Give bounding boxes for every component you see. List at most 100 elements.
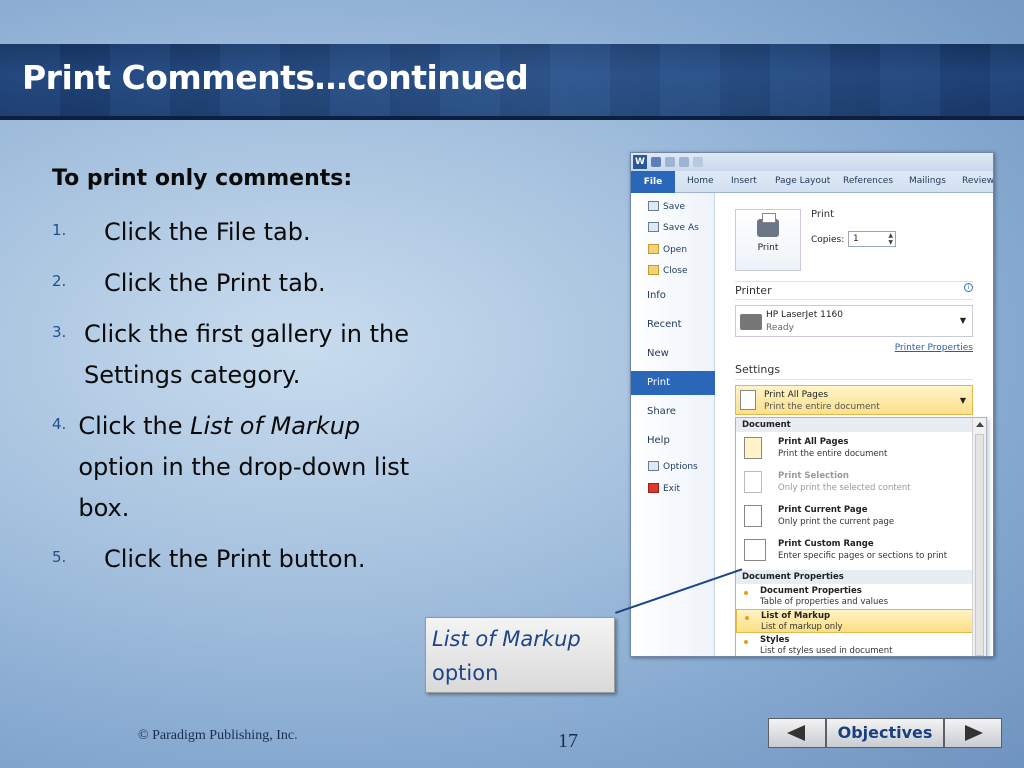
printer-status: Ready — [766, 323, 794, 333]
printer-properties-link[interactable]: Printer Properties — [895, 343, 973, 353]
tab-review[interactable]: Review — [962, 176, 993, 186]
tab-home[interactable]: Home — [687, 176, 714, 186]
item-desc: List of styles used in document — [760, 646, 893, 656]
settings-heading: Settings — [735, 363, 781, 376]
step-text: Click the first gallery in the Settings … — [84, 320, 410, 389]
gallery-selected-title: Print All Pages — [764, 390, 829, 400]
step-2: 2. Click the Print tab. — [52, 263, 422, 304]
sidebar-item-label: Save As — [663, 223, 699, 233]
sidebar-item-recent[interactable]: Recent — [631, 319, 715, 330]
item-desc: Table of properties and values — [760, 597, 888, 607]
previous-slide-button[interactable] — [768, 718, 826, 748]
info-icon[interactable]: i — [964, 283, 973, 292]
sidebar-item-help[interactable]: Help — [631, 435, 715, 446]
sidebar-item-save-as[interactable]: Save As — [631, 222, 715, 233]
slide-navigation: Objectives — [768, 718, 1002, 748]
callout-box: List of Markup option — [425, 617, 615, 693]
divider — [735, 379, 973, 380]
options-icon — [648, 461, 659, 471]
dropdown-section-document: Document — [736, 418, 974, 432]
step-text-emphasis: List of Markup — [190, 412, 361, 440]
spin-arrows-icon[interactable]: ▲ ▼ — [888, 232, 893, 246]
step-text: Click the List of Markup option in the d… — [78, 406, 422, 529]
dropdown-scrollbar[interactable] — [972, 418, 986, 656]
title-band: Print Comments…continued — [0, 44, 1024, 120]
item-desc: Only print the current page — [778, 517, 895, 527]
dropdown-section-properties: Document Properties — [736, 570, 974, 584]
scroll-up-icon[interactable] — [976, 422, 984, 427]
dropdown-item-print-custom[interactable]: Print Custom Range Enter specific pages … — [736, 536, 974, 566]
step-number: 2. — [52, 272, 67, 290]
sidebar-item-print[interactable]: Print — [631, 371, 723, 395]
print-range-gallery[interactable]: Print All Pages Print the entire documen… — [735, 385, 973, 415]
sidebar-item-share[interactable]: Share — [631, 406, 715, 417]
title-divider — [0, 116, 1024, 120]
step-1: 1. Click the File tab. — [52, 212, 422, 253]
dropdown-item-print-all[interactable]: Print All Pages Print the entire documen… — [736, 434, 974, 464]
ribbon-tabs: File Home Insert Page Layout References … — [631, 171, 993, 193]
dropdown-item-print-current[interactable]: Print Current Page Only print the curren… — [736, 502, 974, 532]
print-button-label: Print — [757, 243, 779, 253]
tab-insert[interactable]: Insert — [731, 176, 757, 186]
page-number: 17 — [558, 730, 578, 752]
sidebar-item-open[interactable]: Open — [631, 244, 715, 255]
print-range-dropdown: Document Print All Pages Print the entir… — [735, 417, 987, 656]
redo-icon[interactable] — [679, 157, 689, 167]
tab-mailings[interactable]: Mailings — [909, 176, 946, 186]
copies-stepper[interactable]: 1 ▲ ▼ — [848, 231, 896, 247]
gallery-selected-desc: Print the entire document — [764, 402, 880, 412]
sidebar-item-new[interactable]: New — [631, 348, 715, 359]
scrollbar-thumb[interactable] — [975, 434, 984, 656]
objectives-button[interactable]: Objectives — [826, 718, 944, 748]
item-title: Print Current Page — [778, 505, 868, 515]
customize-icon[interactable] — [693, 157, 703, 167]
step-number: 1. — [52, 221, 67, 239]
quick-access-toolbar: W — [631, 153, 993, 171]
word-app-icon: W — [633, 155, 647, 169]
step-3: 3. Click the first gallery in the Settin… — [52, 314, 422, 396]
item-title: List of Markup — [761, 611, 831, 621]
printer-icon — [757, 213, 779, 237]
next-slide-button[interactable] — [944, 718, 1002, 748]
callout-emphasis: List of Markup — [432, 627, 581, 651]
sidebar-item-info[interactable]: Info — [631, 290, 715, 301]
sidebar-item-options[interactable]: Options — [631, 461, 715, 472]
item-desc: Only print the selected content — [778, 483, 911, 493]
sidebar-item-label: Options — [663, 462, 698, 472]
item-desc: List of markup only — [761, 622, 843, 632]
save-icon[interactable] — [651, 157, 661, 167]
tab-references[interactable]: References — [843, 176, 893, 186]
selection-icon — [744, 471, 762, 493]
printer-select[interactable]: HP LaserJet 1160 Ready ▼ — [735, 305, 973, 337]
step-4: 4. Click the List of Markup option in th… — [52, 406, 422, 529]
dropdown-item-print-selection[interactable]: Print Selection Only print the selected … — [736, 468, 974, 498]
item-title: Document Properties — [760, 586, 862, 596]
divider — [735, 281, 973, 282]
intro-heading: To print only comments: — [52, 166, 353, 191]
print-heading: Print — [811, 209, 835, 220]
tab-file[interactable]: File — [631, 171, 675, 193]
item-title: Print Custom Range — [778, 539, 874, 549]
custom-range-icon — [744, 539, 766, 561]
undo-icon[interactable] — [665, 157, 675, 167]
step-text: Click the File tab. — [104, 218, 311, 246]
item-desc: Enter specific pages or sections to prin… — [778, 551, 948, 561]
printer-name: HP LaserJet 1160 — [766, 310, 843, 320]
dropdown-item-document-properties[interactable]: Document Properties Table of properties … — [736, 585, 974, 609]
steps-list: 1. Click the File tab. 2. Click the Prin… — [52, 212, 422, 590]
dropdown-item-list-of-markup[interactable]: List of Markup List of markup only — [736, 609, 974, 633]
step-5: 5. Click the Print button. — [52, 539, 422, 580]
dropdown-item-styles[interactable]: Styles List of styles used in document — [736, 634, 974, 656]
print-pane: Print Print Copies: 1 ▲ ▼ Printer i HP La… — [715, 193, 993, 656]
sidebar-item-save[interactable]: Save — [631, 201, 715, 212]
bullet-icon — [745, 616, 749, 620]
tab-page-layout[interactable]: Page Layout — [775, 176, 830, 186]
word-backstage-screenshot: W File Home Insert Page Layout Reference… — [630, 152, 994, 657]
sidebar-item-exit[interactable]: Exit — [631, 483, 715, 494]
sidebar-item-close[interactable]: Close — [631, 265, 715, 276]
copyright-text: © Paradigm Publishing, Inc. — [138, 728, 298, 743]
step-number: 4. — [52, 415, 67, 433]
print-button[interactable]: Print — [735, 209, 801, 271]
slide-title: Print Comments…continued — [22, 58, 529, 97]
arrow-left-icon — [787, 725, 805, 741]
